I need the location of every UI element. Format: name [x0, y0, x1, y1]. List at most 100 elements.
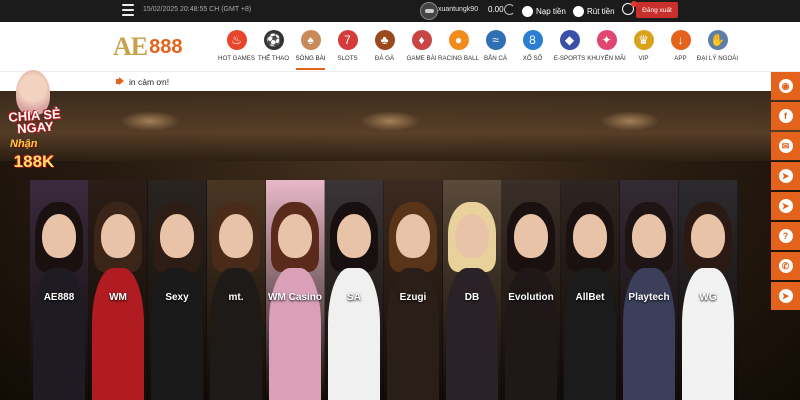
- gamepad-icon: ◆: [559, 30, 580, 50]
- provider-logo: DB: [464, 292, 480, 303]
- speaker-icon: [116, 77, 125, 86]
- provider-card[interactable]: Ezugi: [384, 180, 443, 400]
- model-face: [396, 214, 430, 258]
- provider-card[interactable]: SA: [325, 180, 384, 400]
- provider-card[interactable]: mt.: [207, 180, 266, 400]
- model-outfit: [505, 268, 557, 400]
- provider-logo: WM Casino: [268, 292, 322, 303]
- sidebar-button[interactable]: ✉: [771, 132, 800, 160]
- username[interactable]: xuantungk90: [438, 6, 478, 13]
- promo-line-1: CHIA SẺ NGAY: [7, 106, 62, 137]
- model-outfit: [682, 268, 734, 400]
- nav-item-label: ĐÁ GÀ: [374, 55, 395, 62]
- nav-item-vip[interactable]: ♛ VIP: [625, 26, 662, 70]
- nav-item-label: GAME BÀI: [406, 55, 437, 62]
- provider-logo: Evolution: [508, 292, 554, 303]
- model-face: [691, 214, 725, 258]
- model-face: [573, 214, 607, 258]
- announcement-text: in cảm ơn!: [129, 77, 170, 87]
- provider-logo: AllBet: [575, 292, 605, 303]
- slot-machine-icon: 7: [337, 30, 358, 50]
- nav-item-đại-lý-ngoài[interactable]: ✋ ĐẠI LÝ NGOÀI: [696, 26, 739, 70]
- provider-logo: mt.: [228, 292, 244, 303]
- model-face: [514, 214, 548, 258]
- nav-item-label: APP: [674, 55, 687, 62]
- nav-item-label: XỔ SỐ: [522, 55, 543, 62]
- hamburger-menu-icon[interactable]: [122, 4, 134, 16]
- user-avatar[interactable]: [420, 2, 438, 20]
- help-icon: ?: [778, 229, 793, 243]
- model-outfit: [446, 268, 498, 400]
- deposit-button[interactable]: Nạp tiền: [522, 3, 566, 19]
- model-outfit: [92, 268, 144, 400]
- nav-item-bắn-cá[interactable]: ≈ BẮN CÁ: [477, 26, 514, 70]
- sidebar-button[interactable]: ✆: [771, 252, 800, 280]
- telegram-icon: ➤: [778, 199, 793, 213]
- social-sidebar: ◉ f ✉ ➤ ➤? ✆ ➤: [771, 72, 800, 312]
- lottery-ball-icon: 8: [522, 30, 543, 50]
- nav-item-đá-gà[interactable]: ♣ ĐÁ GÀ: [366, 26, 403, 70]
- server-datetime: 15/02/2025 20:48:55 CH (GMT +8): [143, 6, 252, 13]
- model-face: [278, 214, 312, 258]
- provider-card[interactable]: Sexy: [148, 180, 207, 400]
- nav-item-xổ-số[interactable]: 8 XỔ SỐ: [514, 26, 551, 70]
- nav-item-game-bài[interactable]: ♦ GAME BÀI: [403, 26, 440, 70]
- messenger-icon: ✉: [778, 139, 793, 153]
- nav-item-slots[interactable]: 7 SLOTS: [329, 26, 366, 70]
- provider-card[interactable]: WG: [679, 180, 738, 400]
- nav-item-label: HOT GAMES: [217, 55, 256, 62]
- sidebar-button[interactable]: ➤: [771, 282, 800, 310]
- promo-badge[interactable]: CHIA SẺ NGAY Nhận 188K: [0, 70, 68, 200]
- logo-ae-text: AE: [113, 32, 148, 61]
- nav-item-label: KHUYẾN MÃI: [587, 55, 626, 62]
- provider-card[interactable]: WM: [89, 180, 148, 400]
- nav-item-khuyến-mãi[interactable]: ✦ KHUYẾN MÃI: [587, 26, 626, 70]
- rooster-icon: ♣: [374, 30, 395, 50]
- provider-card[interactable]: Playtech: [620, 180, 679, 400]
- nav-item-e-sports[interactable]: ◆ E-SPORTS: [551, 26, 588, 70]
- provider-card[interactable]: DB: [443, 180, 502, 400]
- ceiling-lamp: [120, 111, 180, 131]
- soccer-ball-icon: ⚽: [263, 30, 284, 50]
- main-navbar: AE 888 ♨ HOT GAMES ⚽ THỂ THAO ♠ SÒNG BÀI 7 SLOT…: [0, 22, 800, 72]
- sidebar-button[interactable]: ?: [771, 222, 800, 250]
- nav-item-app[interactable]: ↓ APP: [662, 26, 699, 70]
- nav-item-racing-ball[interactable]: ● RACING BALL: [438, 26, 479, 70]
- telegram-icon: ➤: [778, 169, 793, 183]
- ae888-logo[interactable]: AE 888: [113, 31, 183, 63]
- nav-item-thể-thao[interactable]: ⚽ THỂ THAO: [255, 26, 292, 70]
- refresh-icon[interactable]: [504, 4, 515, 15]
- provider-card[interactable]: AE888: [30, 180, 89, 400]
- nav-item-label: BẮN CÁ: [483, 55, 508, 62]
- sidebar-button[interactable]: ◉: [771, 72, 800, 100]
- sidebar-button[interactable]: ➤: [771, 192, 800, 220]
- model-outfit: [33, 268, 85, 400]
- nav-item-label: SÒNG BÀI: [295, 55, 326, 62]
- nav-item-sòng-bài[interactable]: ♠ SÒNG BÀI: [292, 26, 329, 70]
- logout-button[interactable]: Đăng xuất: [636, 2, 678, 18]
- nav-item-hot-games[interactable]: ♨ HOT GAMES: [218, 26, 255, 70]
- sidebar-button[interactable]: ➤: [771, 162, 800, 190]
- nav-item-label: E-SPORTS: [553, 55, 586, 62]
- wallet-icon: [522, 5, 533, 17]
- ceiling-lamp: [600, 111, 660, 131]
- provider-card[interactable]: AllBet: [561, 180, 620, 400]
- provider-card[interactable]: WM Casino: [266, 180, 325, 400]
- provider-cards: AE888 WM Sexy mt. WM Casino SA Ezugi DB Evolutio…: [30, 180, 740, 400]
- nav-item-label: RACING BALL: [438, 55, 479, 62]
- withdraw-button[interactable]: Rút tiền: [573, 3, 615, 19]
- provider-logo: SA: [347, 292, 361, 303]
- nav-item-label: ĐẠI LÝ NGOÀI: [696, 55, 739, 62]
- sidebar-button[interactable]: f: [771, 102, 800, 130]
- model-face: [337, 214, 371, 258]
- casino-dealer-icon: ♠: [300, 30, 321, 50]
- promo-amount: 188K: [13, 152, 55, 171]
- download-icon: ↓: [670, 30, 691, 50]
- withdraw-label: Rút tiền: [587, 6, 615, 16]
- model-outfit: [269, 268, 321, 400]
- provider-logo: Sexy: [165, 292, 189, 303]
- nav-menu: ♨ HOT GAMES ⚽ THỂ THAO ♠ SÒNG BÀI 7 SLOTS ♣ ĐÁ GÀ…: [218, 26, 739, 70]
- model-face: [632, 214, 666, 258]
- model-face: [455, 214, 489, 258]
- provider-card[interactable]: Evolution: [502, 180, 561, 400]
